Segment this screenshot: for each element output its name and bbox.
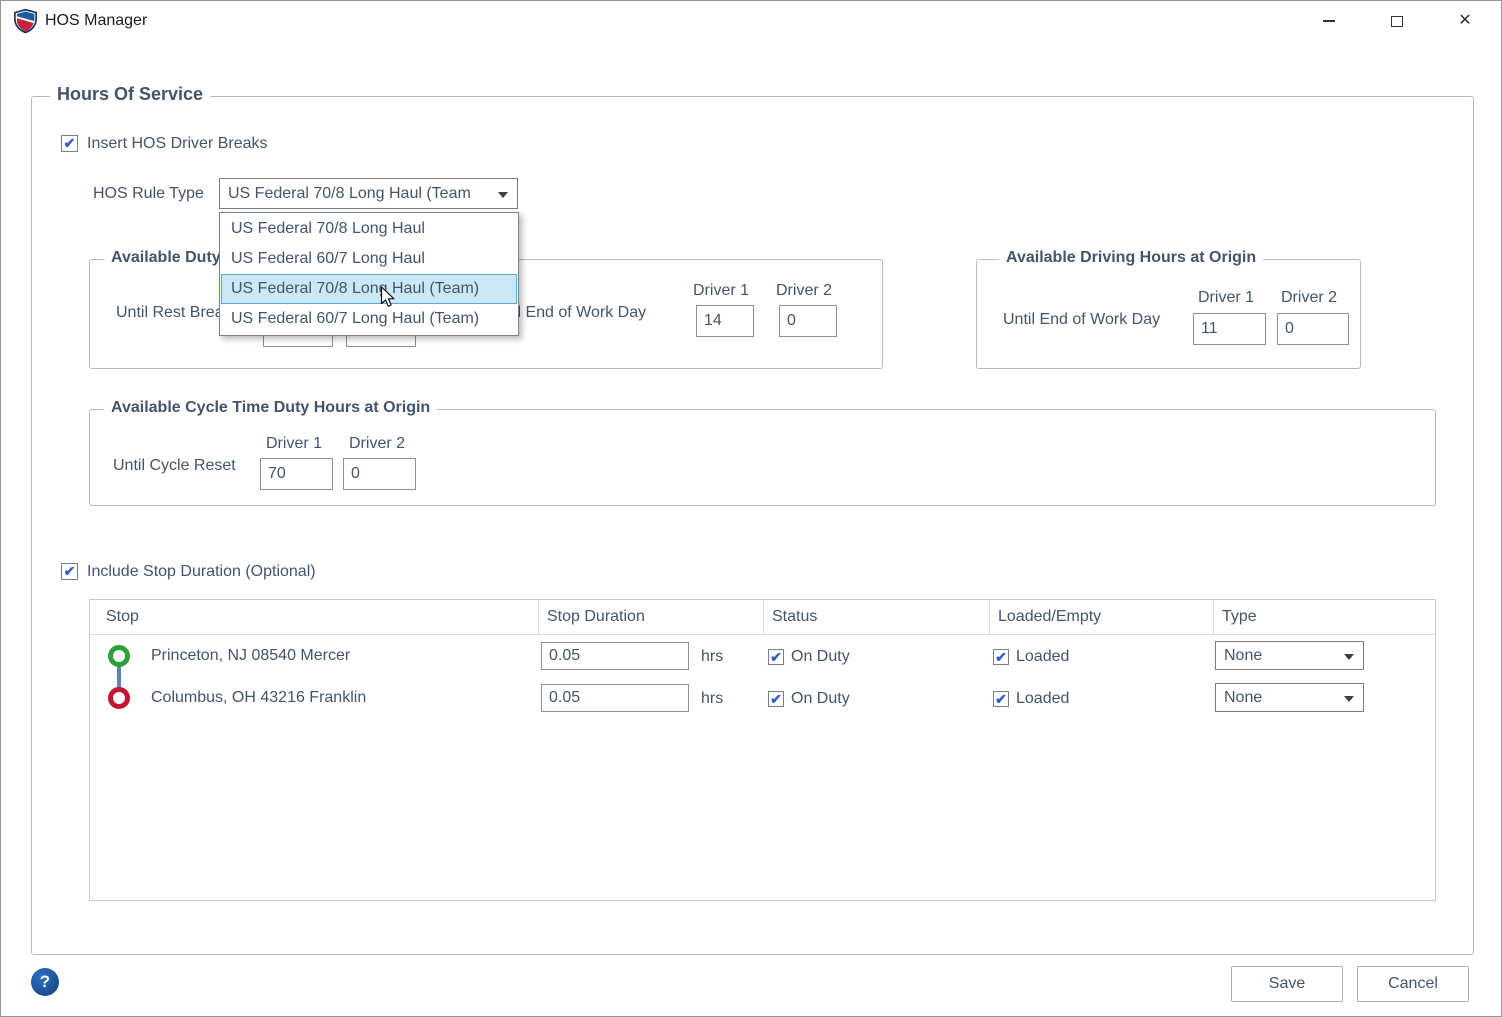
loaded-checkbox[interactable]: ✔ <box>993 649 1009 665</box>
driving-driver2-input[interactable] <box>1277 313 1349 345</box>
mouse-cursor-icon <box>380 286 396 314</box>
app-logo-icon <box>13 8 38 34</box>
loaded-label: Loaded <box>1016 648 1069 666</box>
loaded-label: Loaded <box>1016 690 1069 708</box>
column-header-stop-duration: Stop Duration <box>539 600 764 634</box>
cycle-driver1-header: Driver 1 <box>266 435 322 453</box>
type-select-value: None <box>1224 647 1262 665</box>
stops-table-header: Stop Stop Duration Status Loaded/Empty T… <box>90 600 1435 635</box>
help-question-icon: ? <box>40 972 50 992</box>
close-icon: ✕ <box>1458 13 1471 29</box>
check-icon: ✔ <box>770 692 782 706</box>
hos-rule-type-value: US Federal 70/8 Long Haul (Team <box>228 185 471 203</box>
stop-duration-input[interactable] <box>541 642 689 670</box>
cancel-button[interactable]: Cancel <box>1357 966 1469 1002</box>
dropdown-option[interactable]: US Federal 60/7 Long Haul <box>221 244 517 274</box>
until-cycle-reset-label: Until Cycle Reset <box>113 457 236 475</box>
insert-hos-breaks-checkbox[interactable]: ✔ <box>61 135 78 152</box>
minimize-icon <box>1323 20 1335 22</box>
window-controls: ✕ <box>1295 1 1499 41</box>
hrs-unit-label: hrs <box>701 690 723 708</box>
type-select[interactable]: None <box>1215 683 1364 712</box>
driving-driver1-header: Driver 1 <box>1198 289 1254 307</box>
check-icon: ✔ <box>995 692 1007 706</box>
duty-driver1-header: Driver 1 <box>693 282 749 300</box>
include-stop-duration-checkbox[interactable]: ✔ <box>61 563 78 580</box>
insert-hos-breaks-label: Insert HOS Driver Breaks <box>87 135 267 153</box>
help-button[interactable]: ? <box>31 968 59 996</box>
window-title: HOS Manager <box>45 1 147 41</box>
dropdown-option[interactable]: US Federal 60/7 Long Haul (Team) <box>221 304 517 334</box>
check-icon: ✔ <box>64 136 76 150</box>
dropdown-option-highlighted[interactable]: US Federal 70/8 Long Haul (Team) <box>221 274 517 304</box>
check-icon: ✔ <box>64 564 76 578</box>
duty-until-end-driver2-input[interactable] <box>779 305 837 337</box>
title-bar: HOS Manager ✕ <box>1 1 1501 41</box>
column-header-stop: Stop <box>90 600 539 634</box>
table-row-stop-name: Columbus, OH 43216 Franklin <box>151 689 366 707</box>
hrs-unit-label: hrs <box>701 648 723 666</box>
hours-of-service-title: Hours Of Service <box>50 84 210 105</box>
column-header-status: Status <box>764 600 990 634</box>
column-header-type: Type <box>1214 600 1435 634</box>
hos-rule-type-label: HOS Rule Type <box>93 185 204 203</box>
minimize-button[interactable] <box>1295 1 1363 41</box>
duty-until-end-driver1-input[interactable] <box>696 305 754 337</box>
on-duty-checkbox[interactable]: ✔ <box>768 691 784 707</box>
chevron-down-icon <box>1344 654 1354 660</box>
loaded-checkbox[interactable]: ✔ <box>993 691 1009 707</box>
destination-stop-icon <box>108 687 130 709</box>
hos-rule-type-dropdown-list: US Federal 70/8 Long Haul US Federal 60/… <box>219 212 519 336</box>
chevron-down-icon <box>1344 696 1354 702</box>
until-rest-break-label: Until Rest Break <box>116 304 232 322</box>
stop-duration-input[interactable] <box>541 684 689 712</box>
check-icon: ✔ <box>995 650 1007 664</box>
maximize-icon <box>1391 16 1403 27</box>
type-select[interactable]: None <box>1215 641 1364 670</box>
dropdown-option[interactable]: US Federal 70/8 Long Haul <box>221 214 517 244</box>
column-header-loaded-empty: Loaded/Empty <box>990 600 1214 634</box>
type-select-value: None <box>1224 689 1262 707</box>
available-driving-hours-title: Available Driving Hours at Origin <box>999 249 1263 267</box>
hos-rule-type-combobox[interactable]: US Federal 70/8 Long Haul (Team <box>219 178 518 209</box>
check-icon: ✔ <box>770 650 782 664</box>
table-row-stop-name: Princeton, NJ 08540 Mercer <box>151 647 350 665</box>
driving-driver1-input[interactable] <box>1193 313 1266 345</box>
driving-until-end-label: Until End of Work Day <box>1003 311 1160 329</box>
save-button[interactable]: Save <box>1231 966 1343 1002</box>
close-button[interactable]: ✕ <box>1431 1 1499 41</box>
cycle-driver1-input[interactable] <box>260 458 333 490</box>
maximize-button[interactable] <box>1363 1 1431 41</box>
origin-stop-icon <box>108 645 130 667</box>
cycle-driver2-input[interactable] <box>343 458 416 490</box>
on-duty-checkbox[interactable]: ✔ <box>768 649 784 665</box>
include-stop-duration-label: Include Stop Duration (Optional) <box>87 563 316 581</box>
duty-driver2-header: Driver 2 <box>776 282 832 300</box>
driving-driver2-header: Driver 2 <box>1281 289 1337 307</box>
on-duty-label: On Duty <box>791 648 850 666</box>
cycle-driver2-header: Driver 2 <box>349 435 405 453</box>
on-duty-label: On Duty <box>791 690 850 708</box>
chevron-down-icon <box>498 192 508 198</box>
hos-manager-window: HOS Manager ✕ Hours Of Service ✔ Insert … <box>0 0 1502 1017</box>
available-cycle-time-title: Available Cycle Time Duty Hours at Origi… <box>104 399 437 417</box>
